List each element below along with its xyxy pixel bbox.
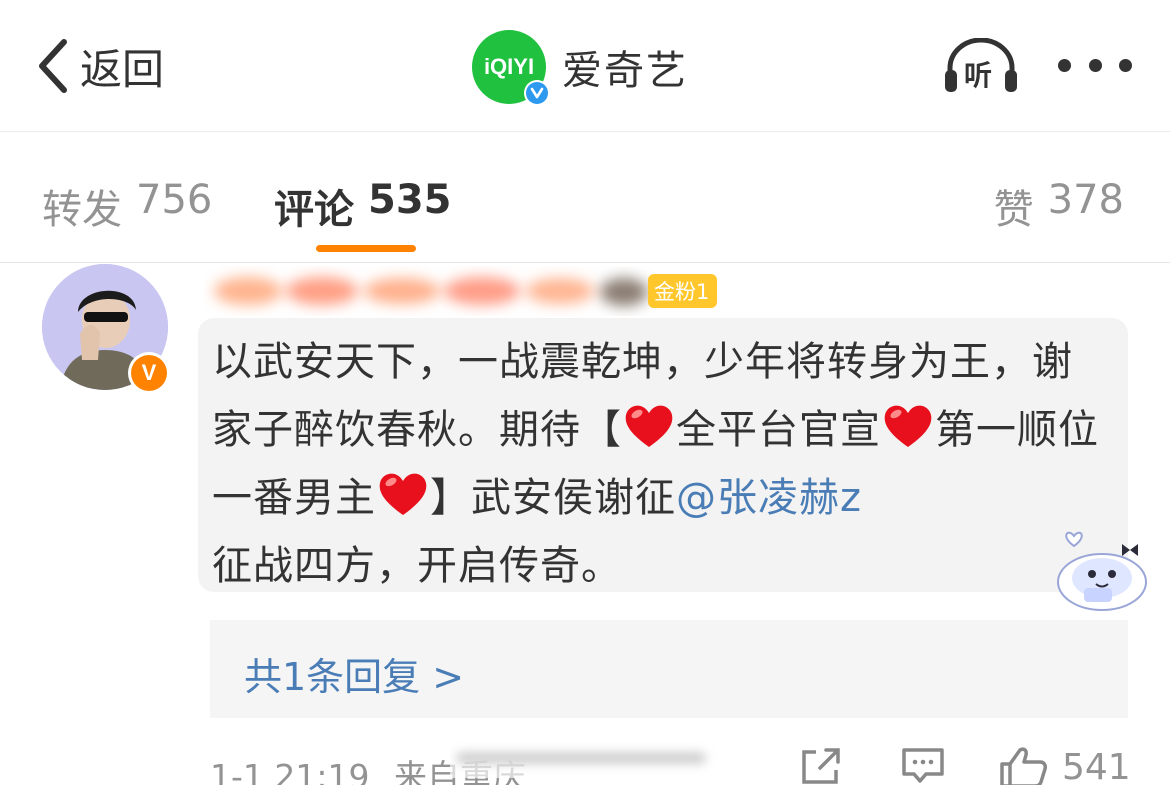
heart-emoji-icon bbox=[625, 405, 673, 447]
account-logo: iQIYI bbox=[472, 30, 550, 106]
fan-level-badge: 金粉1 bbox=[648, 274, 718, 308]
tab-comment-label: 评论 bbox=[274, 187, 354, 233]
back-label: 返回 bbox=[80, 44, 165, 94]
comment-text-segment: 全平台官宣 bbox=[676, 407, 881, 453]
back-button[interactable]: 返回 bbox=[34, 36, 164, 96]
more-dot-icon bbox=[1058, 58, 1071, 72]
like-button[interactable]: 541 bbox=[998, 746, 1131, 785]
tab-bar: 转发 756 评论 535 赞 378 bbox=[0, 133, 1170, 263]
reply-button[interactable] bbox=[900, 746, 946, 785]
like-count: 541 bbox=[1062, 746, 1131, 785]
tab-repost[interactable]: 转发 756 bbox=[42, 177, 212, 235]
chevron-left-icon bbox=[39, 39, 67, 93]
more-options-button[interactable] bbox=[1058, 48, 1132, 82]
share-button[interactable] bbox=[798, 746, 844, 785]
tab-comment-count: 535 bbox=[368, 177, 452, 223]
account-header[interactable]: iQIYI 爱奇艺 bbox=[472, 30, 688, 106]
comment-date: 1-1 21:19 bbox=[210, 757, 370, 785]
tab-like[interactable]: 赞 378 bbox=[994, 177, 1124, 235]
share-icon bbox=[802, 748, 840, 784]
blurred-text bbox=[450, 738, 720, 778]
listen-label: 听 bbox=[964, 59, 993, 92]
comment-text-segment: 征战四方，开启传奇。 bbox=[212, 543, 622, 589]
active-tab-indicator bbox=[316, 245, 416, 252]
tab-like-label: 赞 bbox=[993, 187, 1034, 233]
listen-button[interactable]: 听 bbox=[942, 38, 1020, 94]
tab-repost-label: 转发 bbox=[42, 187, 122, 233]
heart-emoji-icon bbox=[884, 405, 932, 447]
thumbs-up-icon bbox=[1000, 747, 1047, 785]
verified-user-badge-icon: V bbox=[128, 352, 170, 394]
comment-text: 以武安天下，一战震乾坤，少年将转身为王，谢家子醉饮春秋。期待【 全平台官宣 第一顺位… bbox=[212, 328, 1112, 600]
view-replies-link[interactable]: 共1条回复 > bbox=[244, 646, 464, 701]
account-name: 爱奇艺 bbox=[562, 48, 688, 94]
avatar-badge: V bbox=[131, 355, 167, 391]
top-bar: 返回 iQIYI 爱奇艺 听 bbox=[0, 0, 1170, 132]
comment-icon bbox=[902, 748, 944, 783]
tab-comment[interactable]: 评论 535 bbox=[274, 177, 452, 235]
verified-badge-icon bbox=[524, 80, 550, 106]
more-dot-icon bbox=[1119, 58, 1132, 72]
more-dot-icon bbox=[1088, 58, 1102, 72]
username-blurred[interactable] bbox=[204, 266, 658, 316]
tab-like-count: 378 bbox=[1047, 177, 1124, 223]
heart-emoji-icon bbox=[379, 473, 427, 515]
user-mention-link[interactable]: @张凌赫z bbox=[676, 475, 862, 521]
comment-text-segment: 】武安侯谢征 bbox=[430, 475, 676, 521]
cartoon-sticker-icon bbox=[1057, 531, 1147, 611]
tab-repost-count: 756 bbox=[136, 177, 213, 223]
reply-summary-box[interactable]: 共1条回复 > bbox=[210, 620, 1128, 718]
logo-text: iQIYI bbox=[483, 54, 535, 79]
